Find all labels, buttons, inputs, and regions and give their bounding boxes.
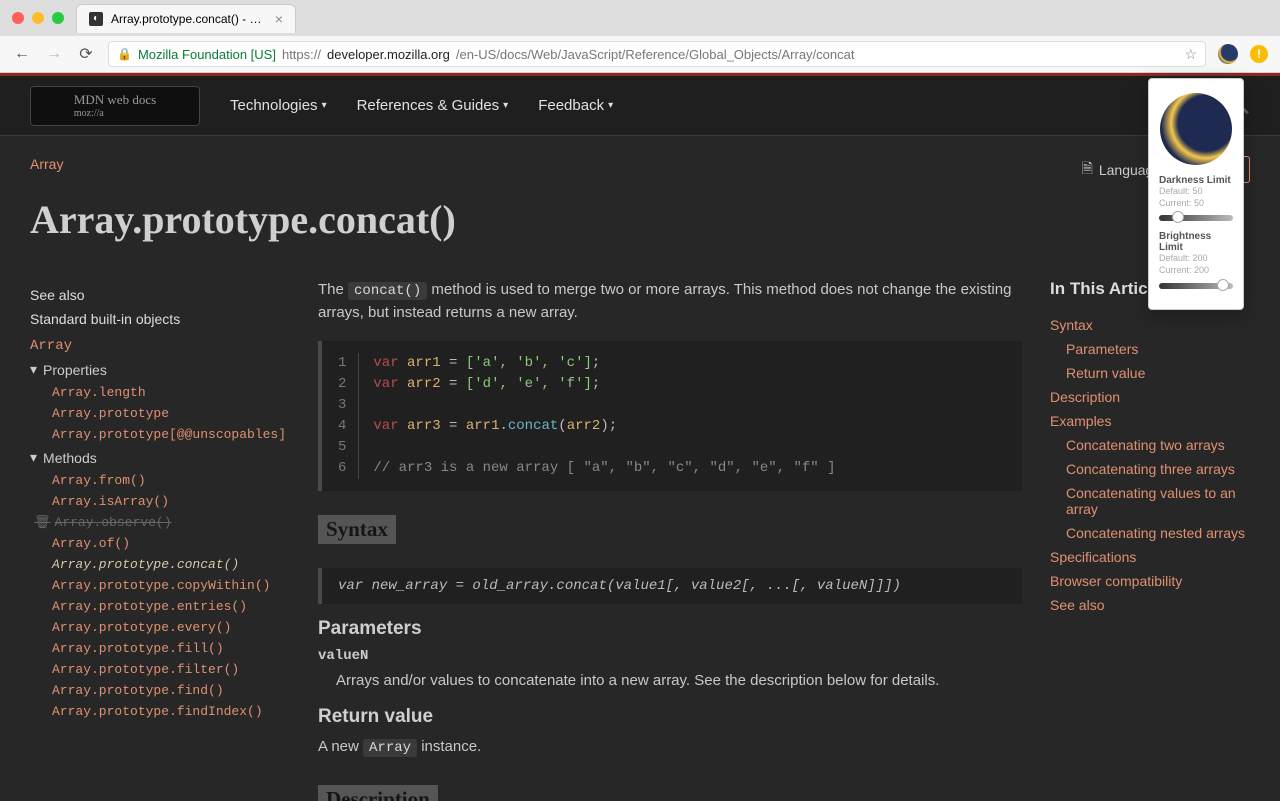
browser-tab[interactable]: ◐ Array.prototype.concat() - Jav… × <box>76 4 296 33</box>
toc-item[interactable]: Concatenating nested arrays <box>1050 521 1250 545</box>
favicon-icon: ◐ <box>89 12 103 26</box>
toc-item[interactable]: Concatenating values to an array <box>1050 481 1250 521</box>
brightness-limit-label: Brightness Limit <box>1159 231 1233 253</box>
sidebar-item[interactable]: Array.prototype.every() <box>30 617 290 638</box>
toc-item[interactable]: Browser compatibility <box>1050 569 1250 593</box>
sidebar-item[interactable]: Array.prototype.concat() <box>30 554 290 575</box>
parameters-heading: Parameters <box>318 618 1022 640</box>
return-heading: Return value <box>318 706 1022 728</box>
trash-icon: 🗑 <box>34 515 51 530</box>
sidebar-item[interactable]: Array.length <box>30 382 290 403</box>
toc-item[interactable]: Parameters <box>1050 337 1250 361</box>
return-text: A new Array instance. <box>318 736 1022 759</box>
caret-down-icon: ▾ <box>30 361 37 378</box>
sidebar-methods-toggle[interactable]: ▾Methods <box>30 445 290 470</box>
description-heading: Description <box>318 785 438 801</box>
sidebar-item[interactable]: Array.prototype <box>30 403 290 424</box>
caret-down-icon: ▾ <box>322 100 327 111</box>
caret-down-icon: ▾ <box>608 100 613 111</box>
toc-item[interactable]: Concatenating three arrays <box>1050 457 1250 481</box>
url-input[interactable]: 🔒 Mozilla Foundation [US] https:// develo… <box>108 41 1206 67</box>
sidebar-item[interactable]: Array.prototype.find() <box>30 680 290 701</box>
nav-item[interactable]: Technologies▾ <box>230 97 327 114</box>
brightness-slider[interactable] <box>1159 283 1233 289</box>
main-content: The concat() method is used to merge two… <box>318 279 1022 801</box>
code-lines: var arr1 = ['a', 'b', 'c']; var arr2 = [… <box>373 353 835 479</box>
darkness-limit-label: Darkness Limit <box>1159 175 1233 186</box>
maximize-window-button[interactable] <box>52 12 64 24</box>
sidebar-item[interactable]: Array.prototype.filter() <box>30 659 290 680</box>
toc-item[interactable]: Return value <box>1050 361 1250 385</box>
close-window-button[interactable] <box>12 12 24 24</box>
extension-popup: Darkness Limit Default: 50 Current: 50 B… <box>1148 78 1244 310</box>
url-path: /en-US/docs/Web/JavaScript/Reference/Glo… <box>456 47 855 62</box>
slider-thumb[interactable] <box>1172 211 1184 223</box>
browser-chrome: ◐ Array.prototype.concat() - Jav… × ← → … <box>0 0 1280 73</box>
url-scheme: https:// <box>282 47 321 62</box>
breadcrumb[interactable]: Array <box>30 156 1250 172</box>
toc-item[interactable]: Examples <box>1050 409 1250 433</box>
lock-icon: 🔒 <box>117 47 132 61</box>
darkness-slider[interactable] <box>1159 215 1233 221</box>
line-numbers: 123456 <box>338 353 359 479</box>
sidebar-item[interactable]: Array.of() <box>30 533 290 554</box>
site-header: MDN web docs moz://a Technologies▾ Refere… <box>0 76 1280 136</box>
sidebar-item[interactable]: Array.prototype.fill() <box>30 638 290 659</box>
slider-thumb[interactable] <box>1217 279 1229 291</box>
minimize-window-button[interactable] <box>32 12 44 24</box>
nav-item[interactable]: Feedback▾ <box>538 97 613 114</box>
caret-down-icon: ▾ <box>503 100 508 111</box>
toc-item[interactable]: Syntax <box>1050 313 1250 337</box>
code-example: 123456 var arr1 = ['a', 'b', 'c']; var a… <box>318 341 1022 491</box>
address-bar: ← → ⟳ 🔒 Mozilla Foundation [US] https://… <box>0 36 1280 72</box>
window-controls <box>12 12 64 24</box>
syntax-heading: Syntax <box>318 515 396 544</box>
forward-button[interactable]: → <box>44 45 64 63</box>
bookmark-icon[interactable]: ☆ <box>1184 46 1197 63</box>
toc-item[interactable]: See also <box>1050 593 1250 617</box>
globe-icon: 🗎 <box>1082 158 1093 182</box>
logo-line2: moz://a <box>74 108 156 119</box>
sidebar-see-also: See also <box>30 287 290 303</box>
logo-line1: MDN web docs <box>74 92 156 108</box>
sidebar-root[interactable]: Array <box>30 335 290 357</box>
sidebar-item[interactable]: Array.from() <box>30 470 290 491</box>
tab-title: Array.prototype.concat() - Jav… <box>111 12 267 26</box>
warning-icon[interactable]: ! <box>1250 45 1268 63</box>
mdn-logo[interactable]: MDN web docs moz://a <box>30 86 200 126</box>
eclipse-icon <box>1160 93 1232 165</box>
sidebar-left: See also Standard built-in objects Array… <box>30 279 290 801</box>
url-host: developer.mozilla.org <box>327 47 450 62</box>
reload-button[interactable]: ⟳ <box>76 44 96 64</box>
param-name: valueN <box>318 648 1022 664</box>
page-body: MDN web docs moz://a Technologies▾ Refere… <box>0 73 1280 801</box>
sidebar-builtin[interactable]: Standard built-in objects <box>30 311 290 327</box>
toc-item[interactable]: Specifications <box>1050 545 1250 569</box>
toc-item[interactable]: Concatenating two arrays <box>1050 433 1250 457</box>
extension-icon[interactable] <box>1218 44 1238 64</box>
sidebar-item[interactable]: Array.isArray() <box>30 491 290 512</box>
page-title: Array.prototype.concat() <box>30 196 1250 243</box>
sidebar-item[interactable]: Array.prototype[@@unscopables] <box>30 424 290 445</box>
param-desc: Arrays and/or values to concatenate into… <box>318 670 1022 693</box>
back-button[interactable]: ← <box>12 45 32 63</box>
intro-paragraph: The concat() method is used to merge two… <box>318 279 1022 325</box>
inline-code: concat() <box>348 282 427 300</box>
site-org: Mozilla Foundation [US] <box>138 47 276 62</box>
caret-down-icon: ▾ <box>30 449 37 466</box>
tab-close-icon[interactable]: × <box>275 11 283 27</box>
sidebar-properties-toggle[interactable]: ▾Properties <box>30 357 290 382</box>
toc-item[interactable]: Description <box>1050 385 1250 409</box>
sidebar-item[interactable]: Array.prototype.findIndex() <box>30 701 290 722</box>
sidebar-item[interactable]: Array.prototype.copyWithin() <box>30 575 290 596</box>
toc: In This Article SyntaxParametersReturn v… <box>1050 279 1250 801</box>
nav-item[interactable]: References & Guides▾ <box>357 97 509 114</box>
sidebar-item[interactable]: 🗑Array.observe() <box>30 512 290 533</box>
sidebar-item[interactable]: Array.prototype.entries() <box>30 596 290 617</box>
syntax-box: var new_array = old_array.concat(value1[… <box>318 568 1022 604</box>
title-bar: ◐ Array.prototype.concat() - Jav… × <box>0 0 1280 36</box>
